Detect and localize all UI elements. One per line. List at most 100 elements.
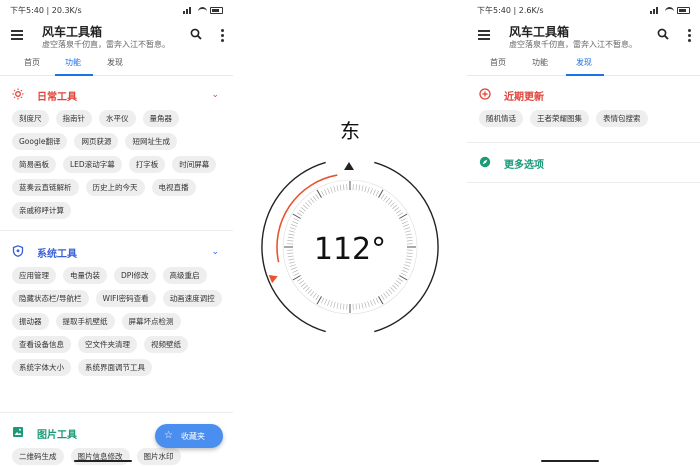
compass-tick — [291, 267, 297, 270]
tool-chip[interactable]: 简易画板 — [12, 156, 56, 173]
compass-tick — [361, 302, 364, 309]
recent-updates-header[interactable]: 近期更新 — [467, 84, 700, 104]
tool-chip[interactable]: 电视直播 — [151, 179, 196, 196]
tab-discover[interactable]: 发现 — [576, 57, 592, 68]
compass-tick — [405, 258, 412, 261]
tab-features[interactable]: 功能 — [532, 57, 548, 68]
section-daily-tools[interactable]: 日常工具 ⌄ — [0, 84, 233, 104]
compass-tick — [343, 184, 345, 191]
compass-tick — [312, 292, 317, 299]
compass-tick — [378, 296, 384, 305]
tool-chip[interactable]: 电量伪装 — [63, 267, 107, 284]
tool-chip[interactable]: 查看设备信息 — [12, 336, 71, 353]
tool-chip[interactable]: DPI修改 — [114, 267, 156, 284]
tool-chip[interactable]: LED滚动字幕 — [63, 156, 122, 173]
tool-chip[interactable]: 历史上的今天 — [85, 179, 145, 196]
tool-chip[interactable]: 振动器 — [12, 313, 49, 330]
status-time: 下午5:40 | 20.3K/s — [10, 5, 82, 15]
tool-chip[interactable]: 二维码生成 — [12, 448, 64, 465]
tool-chip[interactable]: 表情包搜索 — [596, 110, 648, 127]
tool-chip[interactable]: 水平仪 — [99, 110, 136, 127]
compass-tick — [300, 282, 306, 287]
tool-chip[interactable]: 指南针 — [55, 110, 92, 127]
tool-chip[interactable]: 高级重启 — [162, 267, 207, 284]
chevron-down-icon[interactable]: ⌄ — [211, 247, 219, 257]
recent-updates-chips: 随机情话 王者荣耀图集 表情包搜索 — [479, 110, 694, 127]
tool-chip[interactable]: 量角器 — [142, 110, 179, 127]
tool-chip[interactable]: 系统界面调节工具 — [78, 359, 152, 376]
compass-tick — [390, 287, 395, 292]
tab-features[interactable]: 功能 — [65, 57, 81, 68]
tool-chip[interactable]: WIFI密码查看 — [95, 290, 156, 307]
tool-chip[interactable]: 图片信息修改 — [70, 448, 130, 465]
menu-icon[interactable] — [11, 30, 23, 40]
compass-tick — [387, 289, 393, 295]
compass-tick — [375, 190, 379, 197]
tab-bar: 首页 功能 发现 — [467, 52, 700, 76]
more-options-icon[interactable] — [686, 28, 692, 42]
battery-icon — [210, 6, 223, 14]
section-title: 图片工具 — [37, 430, 77, 441]
compass-tick — [302, 204, 308, 210]
tab-discover[interactable]: 发现 — [107, 57, 123, 68]
tool-chip[interactable]: 时间屏幕 — [172, 156, 217, 173]
more-options-icon[interactable] — [219, 28, 225, 42]
menu-icon[interactable] — [478, 30, 490, 40]
section-system-tools[interactable]: 系统工具 ⌄ — [0, 241, 233, 261]
tool-chip[interactable]: 动画速度调控 — [162, 290, 222, 307]
status-bar: 下午5:40 | 20.3K/s — [10, 4, 223, 16]
tool-chip[interactable]: 空文件夹清理 — [78, 336, 137, 353]
compass-tick — [380, 194, 385, 200]
tool-chip[interactable]: 应用管理 — [12, 267, 56, 284]
compass-dial[interactable]: 112° — [233, 0, 467, 466]
compass-tick — [403, 267, 409, 270]
compass-panel: 东 112° — [233, 0, 467, 466]
compass-tick — [336, 302, 339, 309]
tool-chip[interactable]: 亲戚称呼计算 — [12, 202, 71, 219]
compass-tick — [339, 303, 342, 310]
compass-tick — [316, 296, 322, 305]
search-icon[interactable] — [657, 28, 669, 40]
tool-chip[interactable]: Google翻译 — [12, 133, 68, 150]
compass-tick — [310, 197, 315, 203]
system-tools-chips: 应用管理 电量伪装 DPI修改 高级重启隐藏状态栏/导航栏 WIFI密码查看 动画速度调控… — [12, 267, 227, 376]
compass-tick — [404, 227, 411, 230]
compass-tick — [292, 275, 301, 281]
search-icon[interactable] — [190, 28, 202, 40]
tool-chip[interactable]: 提取手机壁纸 — [55, 313, 115, 330]
divider — [0, 412, 233, 413]
tab-home[interactable]: 首页 — [490, 57, 506, 68]
chevron-down-icon[interactable]: ⌄ — [211, 90, 219, 100]
tool-chip[interactable]: 视频壁纸 — [144, 336, 188, 353]
compass-tick — [292, 269, 299, 273]
compass-tick — [387, 199, 393, 205]
discover-panel: 下午5:40 | 2.6K/s 风车工具箱 虚空落泉千仞直，雷奔入江不暂息。 首… — [467, 0, 700, 466]
tool-chip[interactable]: 随机情话 — [479, 110, 523, 127]
tool-chip[interactable]: 图片水印 — [136, 448, 181, 465]
tool-chip[interactable]: 短网址生成 — [125, 133, 177, 150]
compass-tick — [372, 298, 376, 305]
status-time: 下午5:40 | 2.6K/s — [477, 5, 544, 15]
more-options-header[interactable]: 更多选项 — [467, 152, 700, 172]
tool-chip[interactable]: 网页获源 — [74, 133, 119, 150]
tool-chip[interactable]: 屏幕坏点检测 — [121, 313, 181, 330]
compass-tick — [292, 213, 301, 219]
tool-chip[interactable]: 王者荣耀图集 — [530, 110, 589, 127]
status-icons — [183, 6, 223, 14]
tool-chip[interactable]: 系统字体大小 — [12, 359, 71, 376]
tool-chip[interactable]: 隐藏状态栏/导航栏 — [12, 290, 89, 307]
compass-tick — [302, 284, 308, 290]
tab-home[interactable]: 首页 — [24, 57, 40, 68]
compass-tick — [401, 269, 408, 273]
tool-chip[interactable]: 刻度尺 — [12, 110, 49, 127]
daily-tools-chips: 刻度尺 指南针 水平仪 量角器 Google翻译 网页获源 短网址生成简易画板 LED滚动字幕… — [12, 110, 227, 219]
compass-tick — [380, 294, 385, 300]
tool-chip[interactable]: 打字板 — [128, 156, 166, 173]
status-icons — [650, 6, 690, 14]
compass-tick — [330, 301, 333, 308]
compass-tick — [372, 189, 376, 196]
compass-tick — [364, 301, 367, 308]
compass-tick — [327, 300, 330, 306]
tool-chip[interactable]: 蓝奏云直链解析 — [12, 179, 79, 196]
favorites-button[interactable]: ☆ 收藏夹 — [155, 424, 223, 448]
